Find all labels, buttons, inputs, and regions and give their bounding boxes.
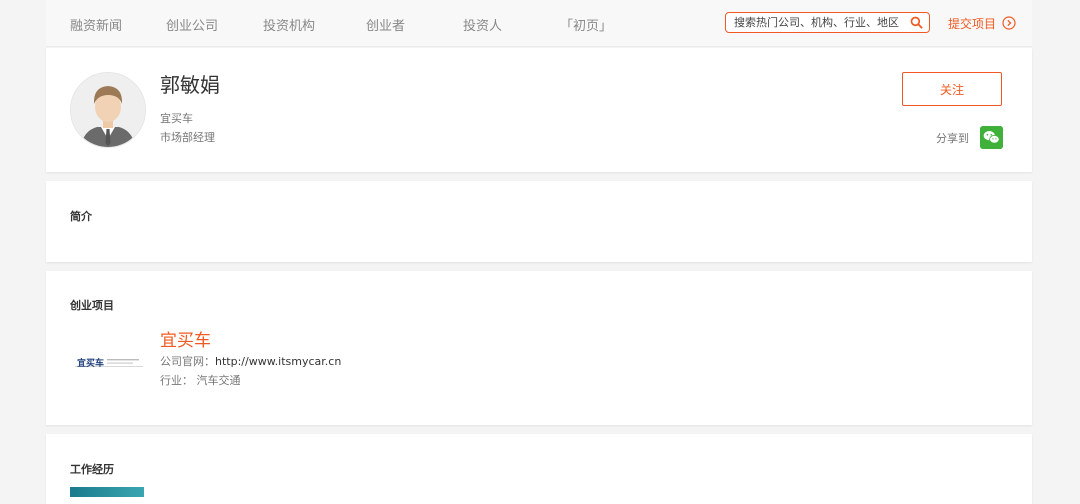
project-industry: 行业： 汽车交通: [160, 372, 241, 388]
person-position: 市场部经理: [160, 131, 215, 144]
nav-item-investors[interactable]: 投资人: [463, 15, 502, 34]
avatar-icon: [71, 73, 145, 147]
project-industry-label: 行业：: [160, 374, 193, 387]
projects-title: 创业项目: [70, 299, 114, 312]
chevron-right-circle-icon[interactable]: [1002, 16, 1016, 30]
svg-text:宜买车: 宜买车: [77, 357, 104, 369]
search-box: [725, 12, 930, 33]
nav-item-chuye[interactable]: 「初页」: [560, 15, 612, 34]
person-company[interactable]: 宜买车: [160, 110, 193, 126]
work-title: 工作经历: [70, 463, 114, 476]
project-website: 公司官网：http://www.itsmycar.cn: [160, 353, 341, 369]
nav-item-startups[interactable]: 创业公司: [166, 15, 218, 34]
share-label: 分享到: [936, 132, 969, 145]
search-input[interactable]: [734, 13, 904, 32]
submit-project-link[interactable]: 提交项目: [948, 15, 996, 32]
projects-card: 创业项目 宜买车 宜买车 公司官网：http://www.itsmycar.cn…: [46, 271, 1032, 425]
top-navigation: 融资新闻 创业公司 投资机构 创业者 投资人 「初页」 提交项目: [46, 0, 1032, 47]
wechat-icon[interactable]: [980, 126, 1003, 149]
intro-card: 简介: [46, 181, 1032, 262]
project-website-url[interactable]: http://www.itsmycar.cn: [215, 355, 341, 368]
search-icon[interactable]: [910, 16, 923, 29]
avatar: [70, 72, 146, 148]
project-name-link[interactable]: 宜买车: [160, 326, 211, 351]
intro-title: 简介: [70, 210, 92, 223]
person-name: 郭敏娟: [160, 73, 220, 97]
nav-item-investment-institutions[interactable]: 投资机构: [263, 15, 315, 34]
project-logo[interactable]: 宜买车: [75, 357, 143, 369]
nav-item-founders[interactable]: 创业者: [366, 15, 405, 34]
follow-button[interactable]: 关注: [902, 72, 1002, 106]
profile-card: 郭敏娟 宜买车 市场部经理 关注 分享到: [46, 48, 1032, 172]
nav-item-financing-news[interactable]: 融资新闻: [70, 15, 122, 34]
work-company-logo[interactable]: [70, 487, 144, 497]
project-industry-value: 汽车交通: [196, 374, 241, 387]
project-website-label: 公司官网：: [160, 355, 215, 368]
